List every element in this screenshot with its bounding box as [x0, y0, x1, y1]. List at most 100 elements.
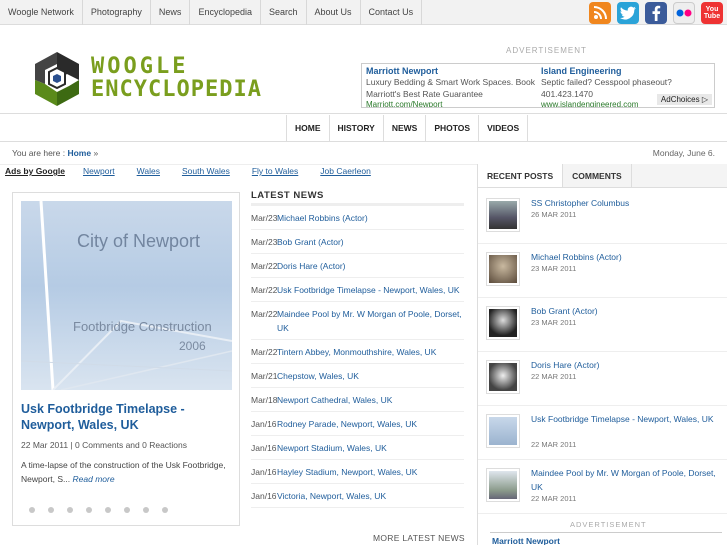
news-title[interactable]: Usk Footbridge Timelapse - Newport, Wale… — [277, 283, 460, 297]
slider-dot[interactable] — [29, 507, 35, 513]
topnav-contact-us[interactable]: Contact Us — [361, 0, 423, 25]
news-item[interactable]: Mar/22 Usk Footbridge Timelapse - Newport… — [251, 278, 464, 302]
news-date: Mar/23 — [251, 213, 278, 223]
slider-dot[interactable] — [162, 507, 168, 513]
ad-url[interactable]: Marriott.com/Newport — [366, 100, 538, 107]
news-item[interactable]: Mar/22 Doris Hare (Actor) — [251, 254, 464, 278]
nav-news[interactable]: NEWS — [382, 115, 426, 142]
post-title[interactable]: Usk Footbridge Timelapse - Newport, Wale… — [531, 412, 721, 426]
post-thumbnail[interactable] — [486, 468, 520, 502]
news-item[interactable]: Mar/23 Bob Grant (Actor) — [251, 230, 464, 254]
slider-dot[interactable] — [105, 507, 111, 513]
topnav-search[interactable]: Search — [261, 0, 307, 25]
post-title[interactable]: Bob Grant (Actor) — [531, 304, 721, 318]
site-logo[interactable]: WOOGLE ENCYCLOPEDIA — [27, 50, 287, 110]
post-title[interactable]: Doris Hare (Actor) — [531, 358, 721, 372]
news-title[interactable]: Newport Cathedral, Wales, UK — [277, 393, 392, 407]
news-title[interactable]: Newport Stadium, Wales, UK — [277, 441, 387, 455]
breadcrumb: You are here : Home » — [12, 148, 98, 158]
news-item[interactable]: Mar/18 Newport Cathedral, Wales, UK — [251, 388, 464, 412]
topnav-about-us[interactable]: About Us — [307, 0, 361, 25]
ad-marriott[interactable]: Marriott Newport Luxury Bedding & Smart … — [366, 66, 538, 107]
news-title[interactable]: Bob Grant (Actor) — [277, 235, 344, 249]
tab-recent-posts[interactable]: RECENT POSTS — [478, 164, 564, 187]
topnav-woogle-network[interactable]: Woogle Network — [0, 0, 83, 25]
news-title[interactable]: Rodney Parade, Newport, Wales, UK — [277, 417, 417, 431]
slider-dot[interactable] — [48, 507, 54, 513]
ad-link-newport[interactable]: Newport — [83, 166, 115, 176]
news-item[interactable]: Jan/16 Hayley Stadium, Newport, Wales, UK — [251, 460, 464, 484]
image-caption-city: City of Newport — [77, 231, 201, 251]
facebook-icon[interactable] — [645, 2, 667, 24]
nav-photos[interactable]: PHOTOS — [425, 115, 478, 142]
news-title[interactable]: Hayley Stadium, Newport, Wales, UK — [277, 465, 417, 479]
post-thumbnail[interactable] — [486, 198, 520, 232]
recent-post[interactable]: Bob Grant (Actor) 23 MAR 2011 — [478, 298, 727, 352]
flickr-icon[interactable] — [673, 2, 695, 24]
featured-image[interactable]: City of Newport Footbridge Construction … — [21, 201, 232, 390]
topnav-encyclopedia[interactable]: Encyclopedia — [190, 0, 261, 25]
latest-news-heading: LATEST NEWS — [251, 186, 464, 206]
nav-videos[interactable]: VIDEOS — [478, 115, 529, 142]
news-item[interactable]: Jan/16 Newport Stadium, Wales, UK — [251, 436, 464, 460]
rss-icon[interactable] — [589, 2, 611, 24]
post-thumbnail[interactable] — [486, 414, 520, 448]
post-thumbnail[interactable] — [486, 252, 520, 286]
more-latest-news-link[interactable]: MORE LATEST NEWS — [373, 533, 465, 543]
post-thumbnail[interactable] — [486, 306, 520, 340]
recent-post[interactable]: Maindee Pool by Mr. W Morgan of Poole, D… — [478, 460, 727, 514]
news-item[interactable]: Jan/16 Victoria, Newport, Wales, UK — [251, 484, 464, 508]
breadcrumb-bar: You are here : Home » Monday, June 6. — [0, 143, 727, 165]
nav-history[interactable]: HISTORY — [328, 115, 383, 142]
news-title[interactable]: Victoria, Newport, Wales, UK — [277, 489, 386, 503]
recent-post[interactable]: Usk Footbridge Timelapse - Newport, Wale… — [478, 406, 727, 460]
tab-comments[interactable]: COMMENTS — [563, 164, 632, 187]
breadcrumb-prefix: You are here : — [12, 148, 66, 158]
adchoices-button[interactable]: AdChoices ▷ — [656, 94, 712, 105]
read-more-link[interactable]: Read more — [73, 474, 115, 484]
news-date: Jan/16 — [251, 419, 277, 429]
ad-link-south-wales[interactable]: South Wales — [182, 166, 230, 176]
post-title[interactable]: Michael Robbins (Actor) — [531, 250, 721, 264]
nav-home[interactable]: HOME — [286, 115, 329, 142]
topnav-news[interactable]: News — [151, 0, 191, 25]
post-title[interactable]: Maindee Pool by Mr. W Morgan of Poole, D… — [531, 466, 721, 494]
recent-post[interactable]: Michael Robbins (Actor) 23 MAR 2011 — [478, 244, 727, 298]
slider-dot[interactable] — [86, 507, 92, 513]
news-item[interactable]: Jan/16 Rodney Parade, Newport, Wales, UK — [251, 412, 464, 436]
ad-title[interactable]: Marriott Newport — [366, 66, 538, 76]
ad-desc: Luxury Bedding & Smart Work Spaces. Book — [366, 77, 535, 87]
youtube-icon[interactable]: You Tube — [701, 2, 723, 24]
post-thumbnail[interactable] — [486, 360, 520, 394]
news-item[interactable]: Mar/23 Michael Robbins (Actor) — [251, 206, 464, 230]
sidebar: RECENT POSTS COMMENTS SS Christopher Col… — [477, 164, 727, 545]
image-caption-construction: Footbridge Construction — [73, 319, 212, 334]
news-title[interactable]: Chepstow, Wales, UK — [277, 369, 359, 383]
news-item[interactable]: Mar/22 Tintern Abbey, Monmouthshire, Wale… — [251, 340, 464, 364]
sidebar-tabs: RECENT POSTS COMMENTS — [478, 164, 727, 188]
slider-dot[interactable] — [124, 507, 130, 513]
news-date: Mar/22 — [251, 285, 278, 295]
ad-link-job-caerleon[interactable]: Job Caerleon — [320, 166, 371, 176]
breadcrumb-home[interactable]: Home — [67, 148, 91, 158]
footbridge-graphic — [21, 201, 232, 390]
featured-title[interactable]: Usk Footbridge Timelapse - Newport, Wale… — [21, 401, 231, 433]
recent-post[interactable]: SS Christopher Columbus 26 MAR 2011 — [478, 190, 727, 244]
news-item[interactable]: Mar/21 Chepstow, Wales, UK — [251, 364, 464, 388]
ads-by-google-label[interactable]: Ads by Google — [5, 166, 65, 176]
ad-title[interactable]: Island Engineering — [541, 66, 713, 76]
post-title[interactable]: SS Christopher Columbus — [531, 196, 721, 210]
slider-dot[interactable] — [67, 507, 73, 513]
ad-link-wales[interactable]: Wales — [137, 166, 160, 176]
topnav-photography[interactable]: Photography — [83, 0, 151, 25]
twitter-icon[interactable] — [617, 2, 639, 24]
news-title[interactable]: Maindee Pool by Mr. W Morgan of Poole, D… — [277, 307, 464, 335]
recent-post[interactable]: Doris Hare (Actor) 22 MAR 2011 — [478, 352, 727, 406]
ad-link-fly-to-wales[interactable]: Fly to Wales — [252, 166, 298, 176]
news-item[interactable]: Mar/22 Maindee Pool by Mr. W Morgan of Po… — [251, 302, 464, 340]
slider-dot[interactable] — [143, 507, 149, 513]
news-title[interactable]: Tintern Abbey, Monmouthshire, Wales, UK — [277, 345, 436, 359]
news-title[interactable]: Doris Hare (Actor) — [277, 259, 345, 273]
news-title[interactable]: Michael Robbins (Actor) — [277, 211, 368, 225]
sidebar-ad-title[interactable]: Marriott Newport — [490, 532, 722, 545]
